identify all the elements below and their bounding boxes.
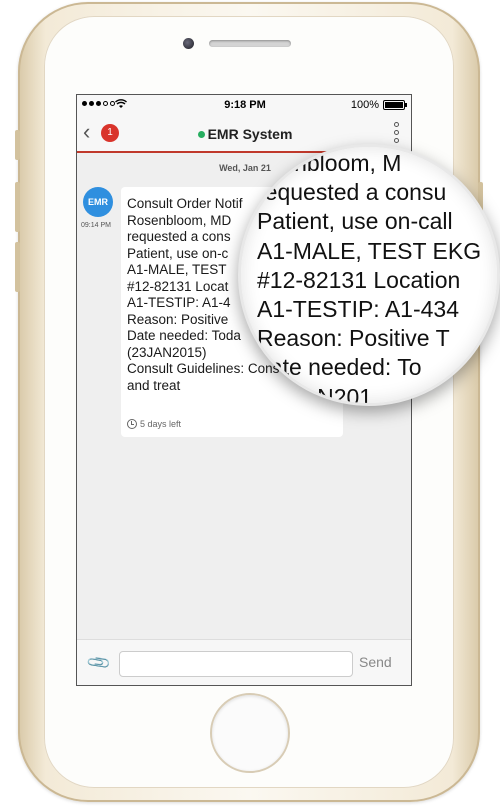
send-button[interactable]: Send — [359, 654, 392, 670]
conversation-title-label: EMR System — [207, 126, 293, 142]
message-expiry: 5 days left — [127, 419, 181, 429]
message-input[interactable] — [119, 651, 353, 677]
volume-up-button — [15, 182, 20, 232]
compose-bar: 📎 Send — [77, 639, 411, 685]
magnified-message-text: osenbloom, M requested a consu Patient, … — [257, 150, 482, 406]
vertical-dots-icon[interactable] — [394, 122, 399, 143]
battery-percentage: 100% — [350, 99, 379, 111]
mute-switch — [15, 130, 20, 160]
clock-icon — [127, 419, 137, 429]
volume-down-button — [15, 242, 20, 292]
online-status-icon — [197, 131, 205, 138]
front-camera — [183, 38, 194, 49]
home-button[interactable] — [210, 693, 290, 773]
conversation-title: EMR System — [77, 126, 411, 142]
battery-icon — [383, 100, 407, 110]
status-bar: 9:18 PM 100% — [77, 95, 411, 115]
magnifier-lens: osenbloom, M requested a consu Patient, … — [238, 144, 500, 406]
earpiece-speaker — [209, 40, 291, 47]
paperclip-icon[interactable]: 📎 — [85, 649, 113, 677]
message-timestamp: 09:14 PM — [81, 222, 111, 229]
expiry-label: 5 days left — [140, 419, 182, 429]
sender-avatar[interactable]: EMR — [83, 187, 113, 217]
